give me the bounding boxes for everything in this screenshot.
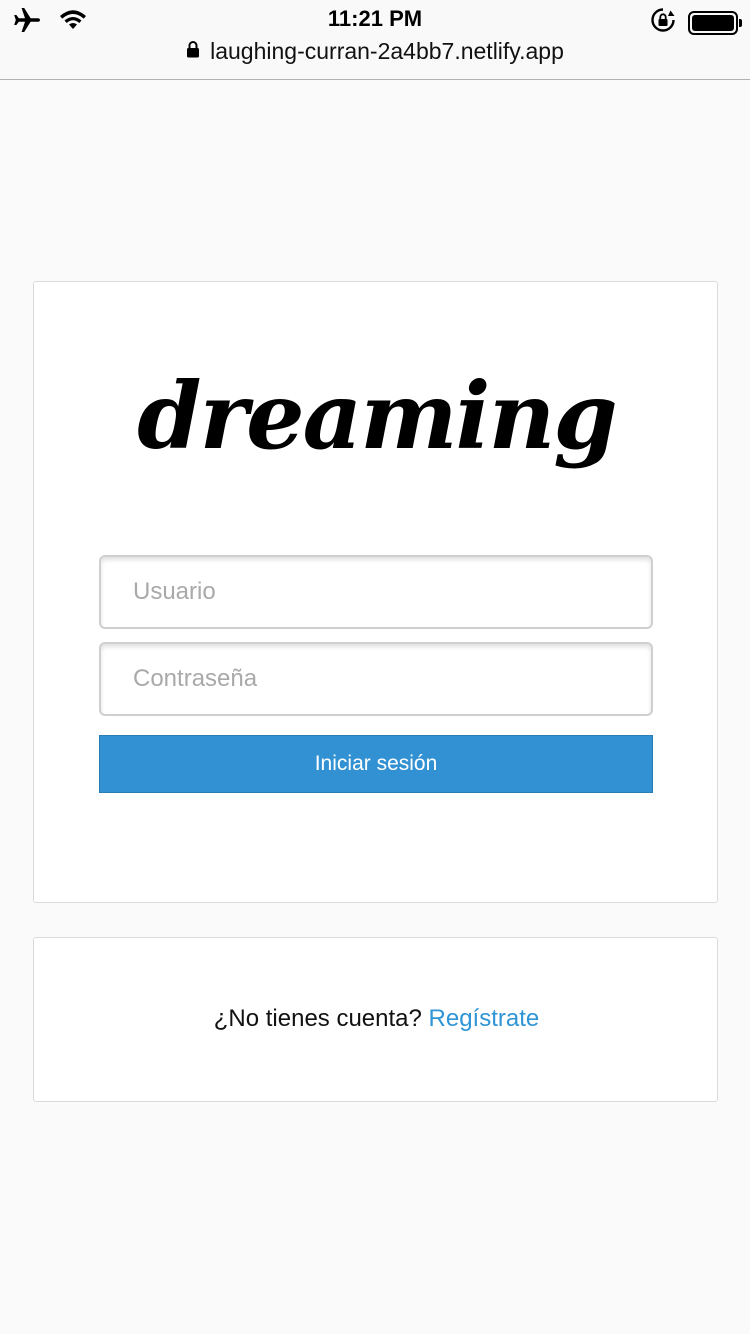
signup-link[interactable]: Regístrate [429, 1005, 540, 1032]
signup-card: ¿No tienes cuenta? Regístrate [33, 937, 718, 1102]
status-time: 11:21 PM [327, 6, 423, 31]
signup-line: ¿No tienes cuenta? Regístrate [34, 1005, 719, 1033]
browser-top-bar: 11:21 PM laughing-curran-2a4bb7.netlify.… [0, 0, 750, 80]
lock-icon [186, 40, 200, 63]
signup-prompt: ¿No tienes cuenta? [213, 1005, 422, 1032]
orientation-lock-icon [650, 7, 676, 38]
password-input[interactable] [99, 642, 653, 716]
username-input[interactable] [99, 555, 653, 629]
login-card: dreaming Iniciar sesión [33, 281, 718, 903]
status-right-icons [650, 7, 742, 38]
url-text[interactable]: laughing-curran-2a4bb7.netlify.app [210, 38, 564, 65]
battery-icon [688, 10, 742, 35]
login-button[interactable]: Iniciar sesión [99, 735, 653, 793]
app-logo: dreaming [137, 362, 617, 470]
address-bar[interactable]: laughing-curran-2a4bb7.netlify.app [0, 38, 750, 65]
